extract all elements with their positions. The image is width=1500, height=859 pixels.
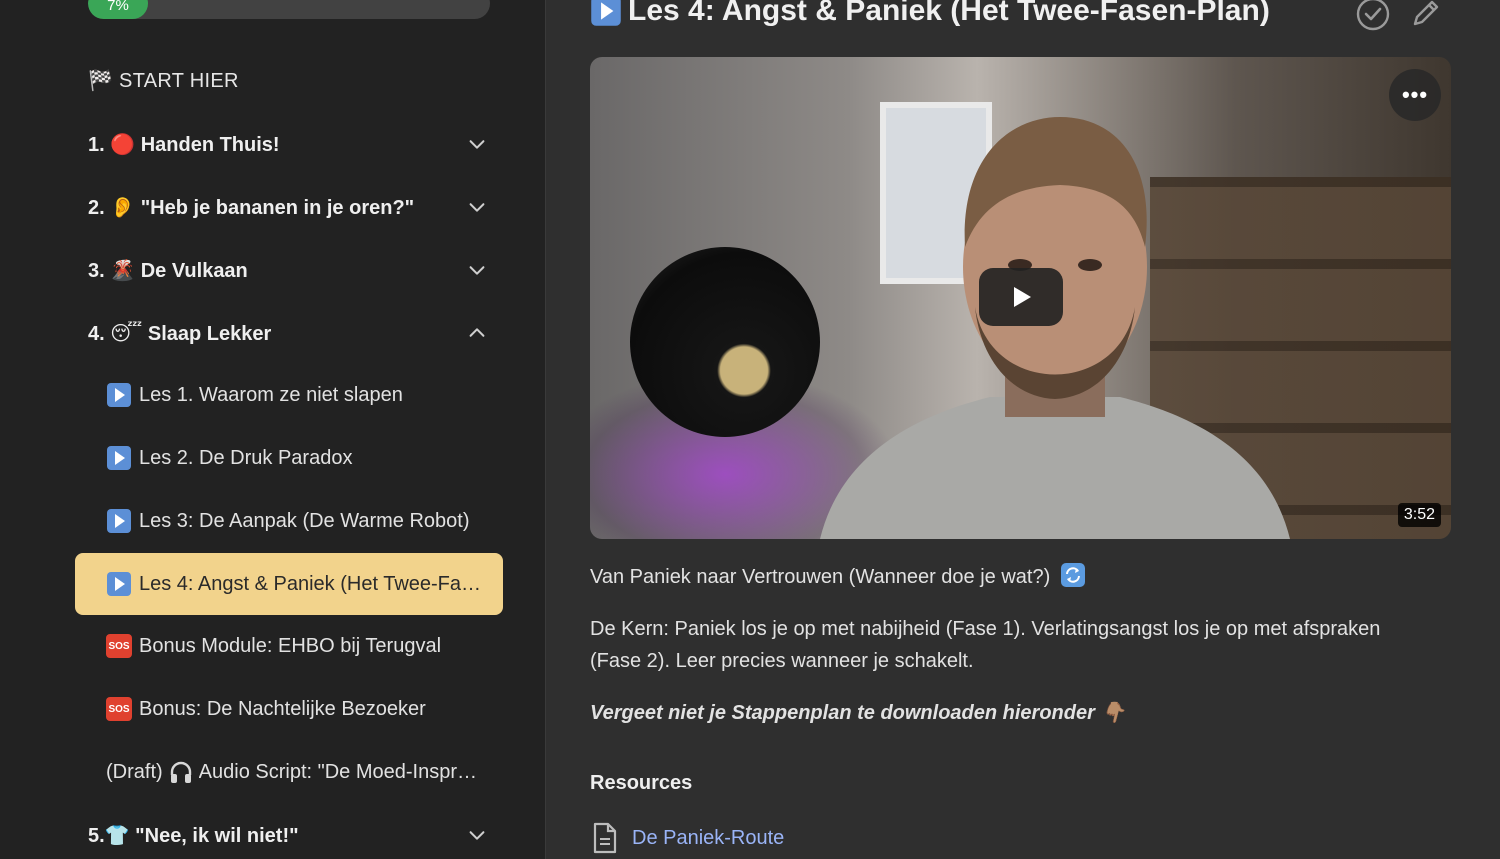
resource-link-text[interactable]: De Paniek-Route xyxy=(632,827,784,850)
lesson-item[interactable]: SOS Bonus: De Nachtelijke Bezoeker xyxy=(75,678,503,740)
module-3-label: 3. 🌋 De Vulkaan xyxy=(88,259,248,282)
progress-fill: 7% xyxy=(88,0,148,19)
lesson-subtitle: Van Paniek naar Vertrouwen (Wanneer doe … xyxy=(590,561,1430,593)
play-button-icon xyxy=(107,383,131,407)
repeat-arrows-icon xyxy=(1060,563,1085,587)
lesson-item-active[interactable]: Les 4: Angst & Paniek (Het Twee-Fa… xyxy=(75,553,503,615)
play-button-icon xyxy=(107,446,131,470)
chevron-down-icon[interactable] xyxy=(466,259,488,281)
module-4[interactable]: 4. 😴 Slaap Lekker xyxy=(88,313,490,353)
play-button-icon xyxy=(591,0,621,26)
chevron-up-icon[interactable] xyxy=(466,322,488,344)
module-4-label: 4. 😴 Slaap Lekker xyxy=(88,322,272,345)
page-title-text: Les 4: Angst & Paniek (Het Twee-Fasen-Pl… xyxy=(628,0,1270,27)
chevron-down-icon[interactable] xyxy=(466,196,488,218)
module-5-label: 5.👕 "Nee, ik wil niet!" xyxy=(88,824,299,847)
video-play-button[interactable] xyxy=(979,268,1063,326)
module-2[interactable]: 2. 👂 "Heb je bananen in je oren?" xyxy=(88,187,490,227)
lesson-title: Les 2. De Druk Paradox xyxy=(139,446,353,469)
progress-label: 7% xyxy=(107,0,129,14)
play-icon xyxy=(1014,287,1031,307)
lesson-item[interactable]: Les 1. Waarom ze niet slapen xyxy=(75,364,503,426)
module-5[interactable]: 5.👕 "Nee, ik wil niet!" xyxy=(88,815,490,855)
lesson-item[interactable]: Les 2. De Druk Paradox xyxy=(75,427,503,489)
document-icon xyxy=(593,822,617,854)
module-2-label: 2. 👂 "Heb je bananen in je oren?" xyxy=(88,196,415,219)
course-progress-bar: 7% xyxy=(88,0,490,19)
video-duration: 3:52 xyxy=(1397,503,1441,527)
edit-pencil-icon[interactable] xyxy=(1409,0,1443,30)
lesson-item[interactable]: (Draft) Audio Script: "De Moed-Inspr… xyxy=(75,741,503,803)
draft-prefix: (Draft) xyxy=(106,760,163,783)
lesson-title: Audio Script: "De Moed-Inspr… xyxy=(198,760,477,783)
lesson-body: De Kern: Paniek los je op met nabijheid … xyxy=(590,618,1381,672)
lesson-title: Bonus: De Nachtelijke Bezoeker xyxy=(139,697,426,720)
lesson-subtitle-text: Van Paniek naar Vertrouwen (Wanneer doe … xyxy=(590,566,1051,588)
lesson-title: Bonus Module: EHBO bij Terugval xyxy=(139,634,442,657)
lesson-title: Les 3: De Aanpak (De Warme Robot) xyxy=(139,509,470,532)
chevron-down-icon[interactable] xyxy=(466,824,488,846)
download-reminder: Vergeet niet je Stappenplan te downloade… xyxy=(590,702,1126,724)
headphones-icon xyxy=(170,761,191,783)
play-button-icon xyxy=(107,509,131,533)
play-button-icon xyxy=(107,572,131,596)
lesson-title: Les 1. Waarom ze niet slapen xyxy=(139,383,403,406)
sos-icon: SOS xyxy=(106,697,132,721)
module-3[interactable]: 3. 🌋 De Vulkaan xyxy=(88,250,490,290)
resource-link[interactable]: De Paniek-Route xyxy=(590,822,784,854)
sos-icon: SOS xyxy=(106,634,132,658)
start-here-label: 🏁 START HIER xyxy=(88,70,239,92)
mark-complete-icon[interactable] xyxy=(1355,0,1391,32)
module-1-label: 1. 🔴 Handen Thuis! xyxy=(88,133,280,156)
lesson-title: Les 4: Angst & Paniek (Het Twee-Fa… xyxy=(139,572,482,595)
lesson-item[interactable]: Les 3: De Aanpak (De Warme Robot) xyxy=(75,490,503,552)
start-here-link[interactable]: 🏁 START HIER xyxy=(88,68,239,93)
video-menu-button[interactable]: ••• xyxy=(1389,69,1441,121)
lesson-content: Les 4: Angst & Paniek (Het Twee-Fasen-Pl… xyxy=(547,0,1500,859)
lesson-item[interactable]: SOS Bonus Module: EHBO bij Terugval xyxy=(75,615,503,677)
video-background-gong xyxy=(630,247,820,437)
chevron-down-icon[interactable] xyxy=(466,133,488,155)
page-title: Les 4: Angst & Paniek (Het Twee-Fasen-Pl… xyxy=(590,0,1270,36)
module-1[interactable]: 1. 🔴 Handen Thuis! xyxy=(88,124,490,164)
course-sidebar: 7% 🏁 START HIER 1. 🔴 Handen Thuis! 2. 👂 … xyxy=(0,0,546,859)
resources-heading: Resources xyxy=(590,772,693,794)
video-player[interactable]: ••• 3:52 xyxy=(590,57,1451,539)
